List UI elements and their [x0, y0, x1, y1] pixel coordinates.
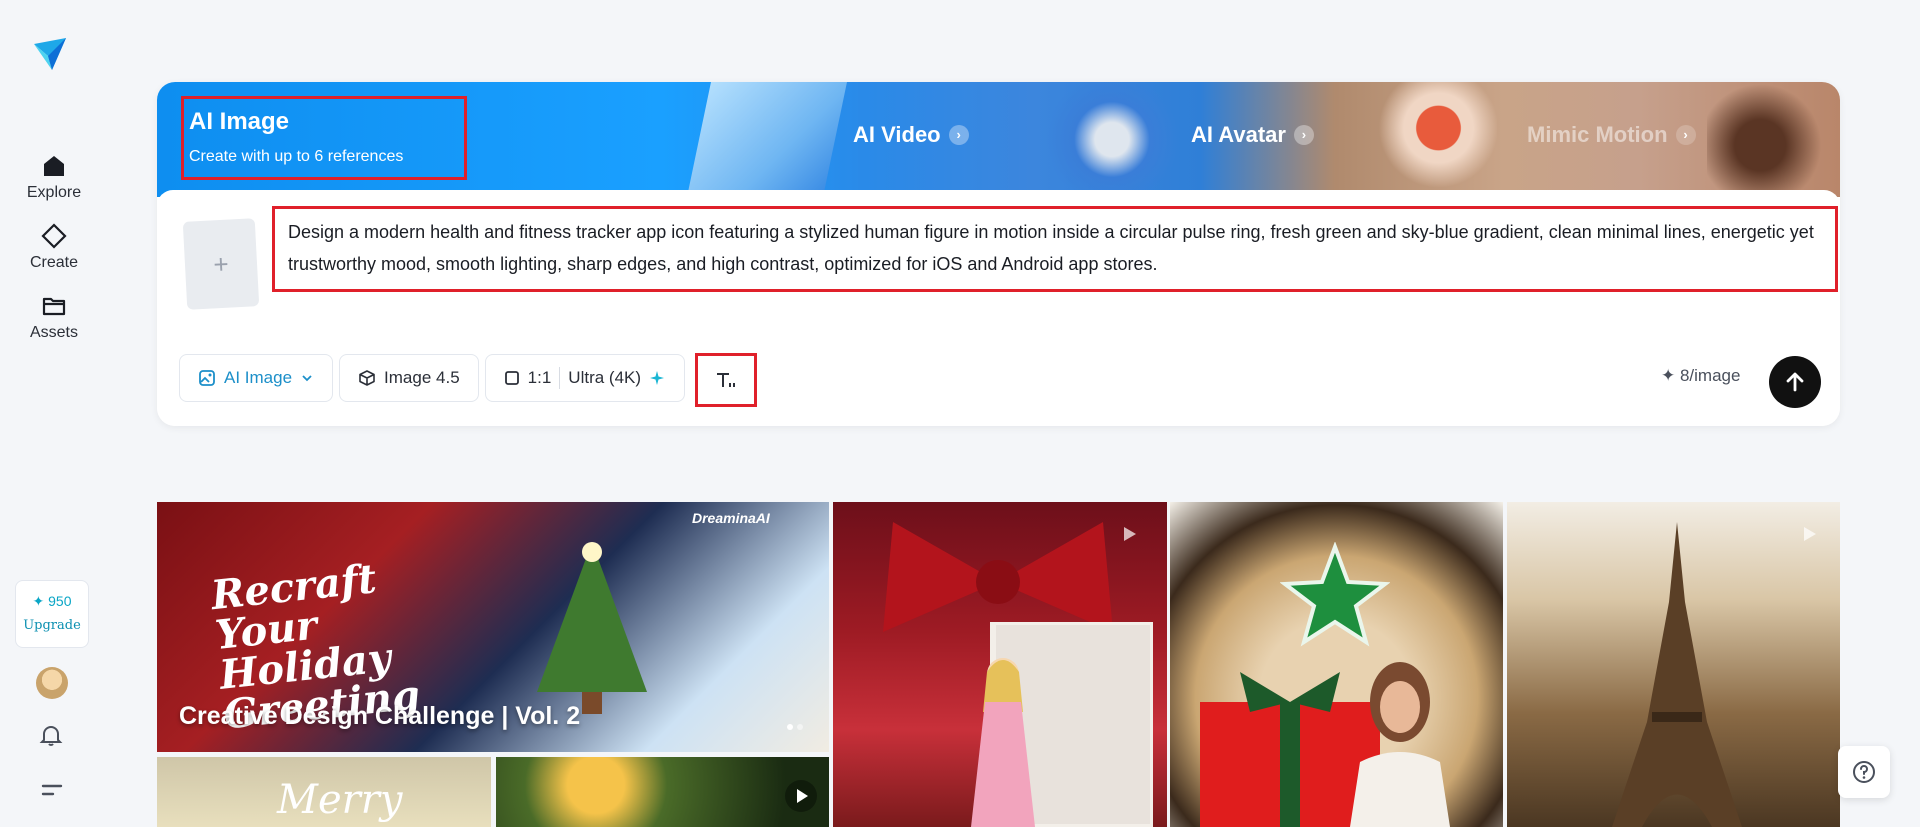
play-icon	[785, 780, 817, 812]
cube-icon	[359, 370, 375, 386]
image-icon	[199, 370, 215, 386]
featured-title: Creative Design Challenge | Vol. 2	[179, 702, 581, 730]
credits-upgrade-box[interactable]: ✦ 950 Upgrade	[15, 580, 89, 648]
ai-avatar-link[interactable]: AI Avatar ›	[1191, 122, 1314, 148]
ratio-quality-select[interactable]: 1:1 Ultra (4K)	[484, 354, 685, 402]
sidebar-item-create[interactable]: Create	[0, 222, 108, 272]
text-style-button[interactable]	[695, 353, 757, 407]
credits-value: 950	[48, 593, 72, 609]
title-highlight-box	[181, 96, 467, 180]
mimic-motion-thumbnail	[1707, 82, 1840, 197]
text-format-icon	[717, 373, 735, 387]
chevron-right-icon: ›	[948, 125, 969, 145]
menu-icon[interactable]	[40, 780, 64, 800]
sparkle-icon	[650, 371, 665, 385]
feature-banner: AI Image Create with up to 6 references …	[157, 82, 1840, 197]
sidebar-item-label: Explore	[26, 184, 82, 201]
logo-icon[interactable]	[32, 34, 68, 74]
ai-video-label: AI Video	[853, 122, 941, 147]
bell-icon[interactable]	[38, 722, 64, 748]
plus-icon: +	[212, 248, 230, 279]
upgrade-link[interactable]: Upgrade	[16, 618, 88, 633]
ai-avatar-thumbnail	[1037, 82, 1187, 197]
folder-icon	[42, 297, 66, 316]
mimic-motion-link[interactable]: Mimic Motion ›	[1527, 122, 1696, 148]
question-icon	[1853, 761, 1875, 783]
christmas-tree-image	[537, 542, 647, 714]
mimic-thumbnail	[1367, 82, 1497, 197]
play-icon	[1804, 527, 1816, 541]
composer-card: AI Image Create with up to 6 references …	[157, 82, 1840, 426]
person-image	[1350, 662, 1450, 827]
ai-video-thumbnail	[687, 82, 847, 197]
sidebar-item-assets[interactable]: Assets	[0, 292, 108, 342]
carousel-dots[interactable]	[787, 724, 803, 730]
chevron-down-icon	[302, 375, 312, 382]
sidebar: Explore Create Assets ✦ 950 Upgrade	[0, 0, 108, 827]
help-button[interactable]	[1838, 746, 1890, 798]
cost-value: 8/image	[1679, 366, 1741, 385]
divider	[559, 367, 561, 389]
merry-text: Merry	[277, 777, 403, 823]
prompt-highlight-box	[272, 206, 1838, 292]
eiffel-tower-image	[1612, 522, 1742, 827]
credits-count: ✦ 950	[32, 593, 72, 609]
prompt-panel: + Design a modern health and fitness tra…	[157, 190, 1840, 426]
sidebar-item-label: Assets	[29, 324, 78, 341]
mode-select[interactable]: AI Image	[179, 354, 334, 402]
mimic-motion-label: Mimic Motion	[1527, 122, 1668, 147]
generate-button[interactable]	[1769, 356, 1821, 408]
sidebar-item-label: Create	[29, 254, 79, 271]
mode-label: AI Image	[224, 368, 293, 387]
model-select[interactable]: Image 4.5	[339, 354, 479, 402]
ai-video-link[interactable]: AI Video ›	[853, 122, 969, 148]
generation-toolbar: AI Image Image 4.5 1:1 Ultra (4K)	[179, 354, 685, 404]
brand-watermark: DreaminaAI	[692, 510, 770, 526]
arrow-up-icon	[1786, 372, 1804, 392]
gallery-item[interactable]	[1170, 502, 1503, 827]
diamond-icon	[41, 223, 67, 249]
play-icon	[1124, 527, 1136, 541]
featured-banner-card[interactable]: Recraft Your Holiday Greeting DreaminaAI…	[157, 502, 829, 752]
sidebar-item-explore[interactable]: Explore	[0, 152, 108, 202]
avatar[interactable]	[36, 667, 68, 699]
add-reference-button[interactable]: +	[182, 218, 260, 310]
gallery-item[interactable]: Merry	[157, 757, 491, 827]
square-icon	[504, 371, 519, 385]
ratio-label: 1:1	[527, 368, 552, 387]
chevron-right-icon: ›	[1293, 125, 1314, 145]
gallery-item[interactable]	[833, 502, 1167, 827]
ai-avatar-label: AI Avatar	[1191, 122, 1286, 147]
gallery-item[interactable]	[1507, 502, 1840, 827]
home-icon	[44, 156, 64, 176]
star-balloon-image	[1280, 542, 1390, 647]
chevron-right-icon: ›	[1675, 125, 1696, 145]
model-label: Image 4.5	[384, 368, 460, 387]
gallery-item[interactable]	[496, 757, 829, 827]
quality-label: Ultra (4K)	[568, 368, 642, 387]
doll-image	[971, 658, 1035, 827]
cost-label: ✦ 8/image	[1661, 366, 1741, 385]
